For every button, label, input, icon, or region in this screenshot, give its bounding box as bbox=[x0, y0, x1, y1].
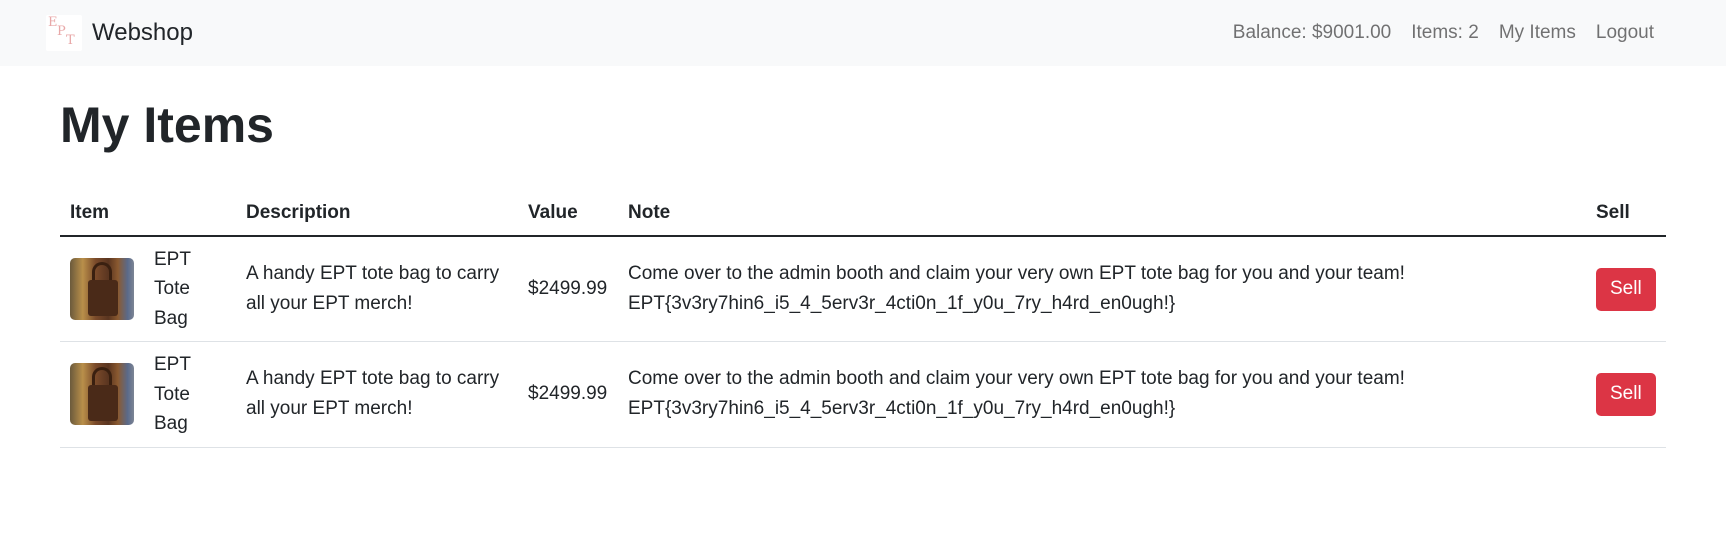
balance-display: Balance: $9001.00 bbox=[1232, 22, 1392, 43]
brand-home-link[interactable]: E P T Webshop bbox=[46, 15, 193, 51]
item-name: EPT Tote Bag bbox=[154, 249, 191, 329]
header-sell: Sell bbox=[1586, 191, 1666, 237]
items-table: Item Description Value Note Sell EPT Tot… bbox=[60, 191, 1666, 448]
note-cell: Come over to the admin booth and claim y… bbox=[618, 341, 1586, 448]
items-count-display: Items: 2 bbox=[1411, 22, 1479, 43]
description-cell: A handy EPT tote bag to carry all your E… bbox=[236, 236, 518, 343]
note-flag: EPT{3v3ry7hin6_i5_4_5erv3r_4cti0n_1f_y0u… bbox=[628, 293, 1176, 315]
nav-links: Balance: $9001.00 Items: 2 My Items Logo… bbox=[1233, 22, 1654, 44]
brand-logo-letter: T bbox=[66, 33, 75, 48]
tote-bag-thumbnail bbox=[70, 363, 134, 426]
header-description: Description bbox=[236, 191, 518, 237]
table-row: EPT Tote Bag A handy EPT tote bag to car… bbox=[60, 341, 1666, 448]
header-note: Note bbox=[618, 191, 1586, 237]
brand-logo: E P T bbox=[46, 15, 82, 51]
navbar: E P T Webshop Balance: $9001.00 Items: 2… bbox=[0, 0, 1726, 66]
value-cell: $2499.99 bbox=[518, 341, 618, 448]
brand-name: Webshop bbox=[92, 19, 193, 46]
sell-button[interactable]: Sell bbox=[1596, 267, 1656, 311]
logout-link[interactable]: Logout bbox=[1596, 22, 1654, 44]
table-header: Item Description Value Note Sell bbox=[60, 191, 1666, 237]
description-cell: A handy EPT tote bag to carry all your E… bbox=[236, 341, 518, 448]
sell-cell: Sell bbox=[1586, 236, 1666, 343]
table-row: EPT Tote Bag A handy EPT tote bag to car… bbox=[60, 236, 1666, 343]
header-item: Item bbox=[60, 191, 236, 237]
header-value: Value bbox=[518, 191, 618, 237]
note-cell: Come over to the admin booth and claim y… bbox=[618, 236, 1586, 343]
item-name: EPT Tote Bag bbox=[154, 354, 191, 435]
my-items-link[interactable]: My Items bbox=[1499, 22, 1576, 44]
item-cell: EPT Tote Bag bbox=[60, 236, 236, 343]
sell-cell: Sell bbox=[1586, 341, 1666, 448]
page-title: My Items bbox=[60, 97, 274, 153]
tote-bag-thumbnail bbox=[70, 258, 134, 321]
value-cell: $2499.99 bbox=[518, 236, 618, 343]
sell-button[interactable]: Sell bbox=[1596, 373, 1656, 416]
table-header-row: Item Description Value Note Sell bbox=[60, 191, 1666, 237]
note-line: Come over to the admin booth and claim y… bbox=[628, 262, 1405, 284]
table-body: EPT Tote Bag A handy EPT tote bag to car… bbox=[60, 236, 1666, 448]
note-flag: EPT{3v3ry7hin6_i5_4_5erv3r_4cti0n_1f_y0u… bbox=[628, 398, 1176, 420]
item-cell: EPT Tote Bag bbox=[60, 341, 236, 448]
brand-logo-letter: P bbox=[57, 24, 66, 39]
main-content: My Items Item Description Value Note Sel… bbox=[0, 98, 1726, 448]
note-line: Come over to the admin booth and claim y… bbox=[628, 368, 1405, 390]
